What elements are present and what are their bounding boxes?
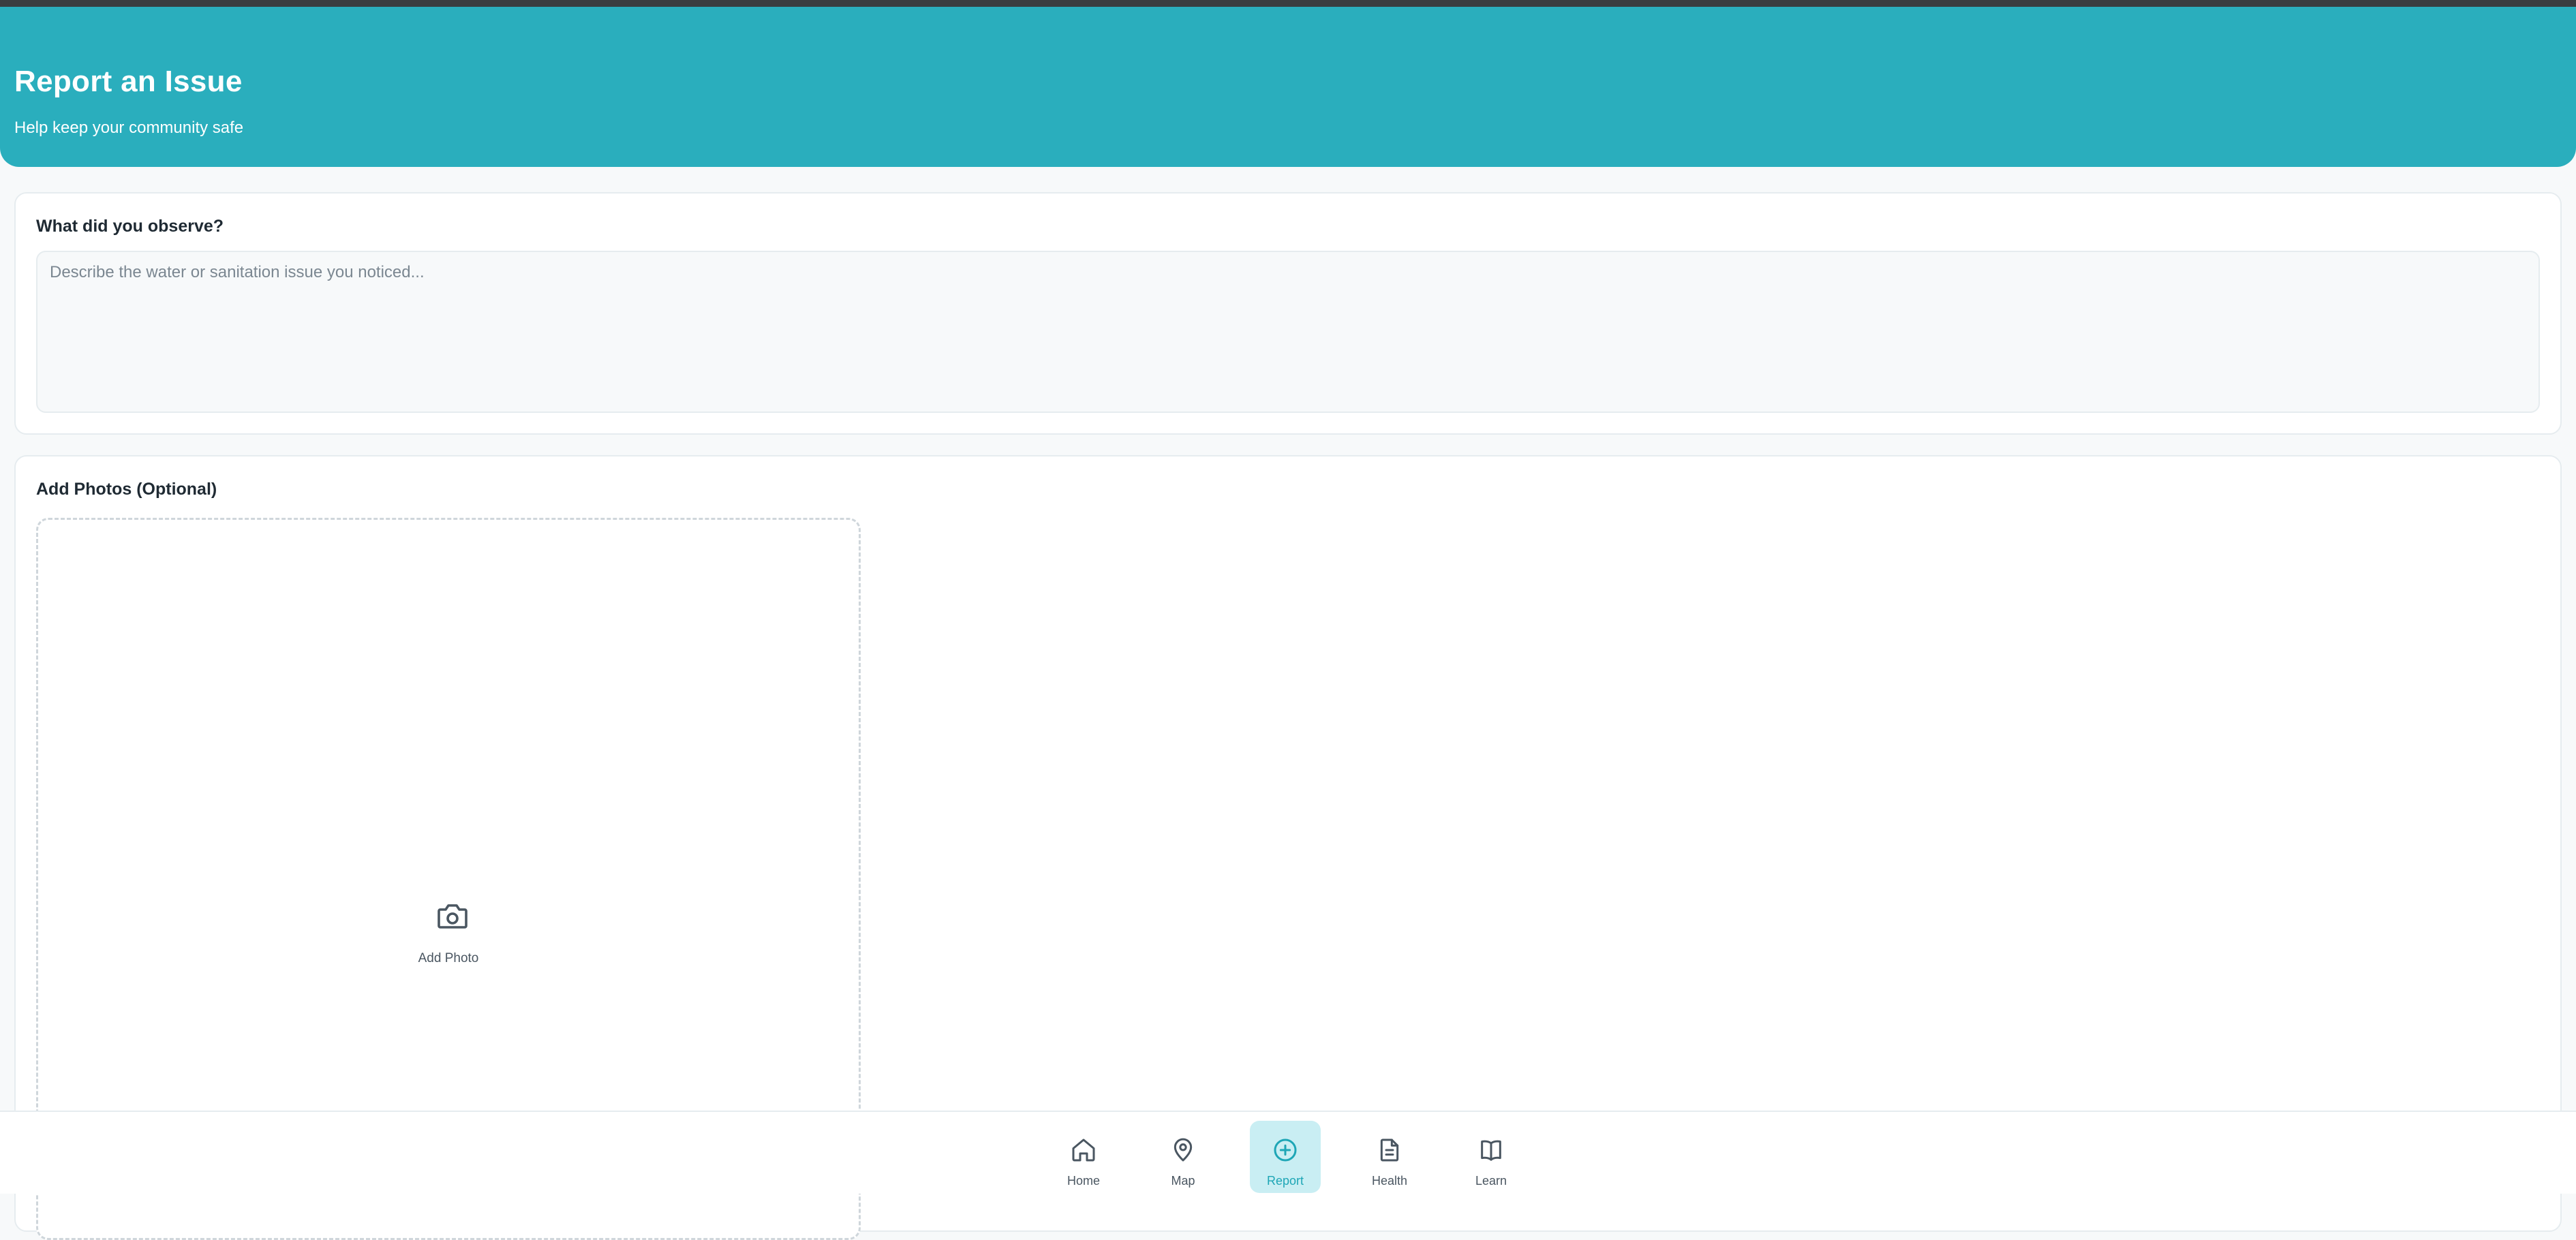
observation-textarea[interactable] <box>36 251 2540 413</box>
map-pin-icon <box>1174 1138 1193 1162</box>
observation-label: What did you observe? <box>36 217 224 236</box>
observation-card: What did you observe? <box>14 192 2562 435</box>
camera-icon <box>438 904 467 929</box>
book-icon <box>1481 1140 1501 1161</box>
window-top-bar <box>0 0 2576 7</box>
nav-item-home[interactable]: Home <box>1048 1121 1119 1193</box>
page-title: Report an Issue <box>14 65 243 98</box>
nav-label-health: Health <box>1371 1174 1408 1188</box>
plus-circle-icon <box>1274 1138 1297 1162</box>
nav-label-map: Map <box>1171 1174 1195 1188</box>
page-subtitle: Help keep your community safe <box>14 119 244 137</box>
page-header: Report an Issue Help keep your community… <box>0 7 2576 167</box>
bottom-navigation: Home Map Report Health Learn <box>0 1111 2576 1194</box>
nav-label-learn: Learn <box>1475 1174 1507 1188</box>
document-icon <box>1380 1138 1399 1162</box>
nav-label-home: Home <box>1067 1174 1100 1188</box>
nav-item-report[interactable]: Report <box>1250 1121 1321 1193</box>
nav-item-map[interactable]: Map <box>1148 1121 1218 1193</box>
nav-item-learn[interactable]: Learn <box>1456 1121 1527 1193</box>
nav-label-report: Report <box>1266 1174 1304 1188</box>
nav-item-health[interactable]: Health <box>1354 1121 1425 1193</box>
home-icon <box>1072 1138 1095 1162</box>
add-photo-label: Add Photo <box>418 951 479 965</box>
photos-label: Add Photos (Optional) <box>36 480 217 499</box>
